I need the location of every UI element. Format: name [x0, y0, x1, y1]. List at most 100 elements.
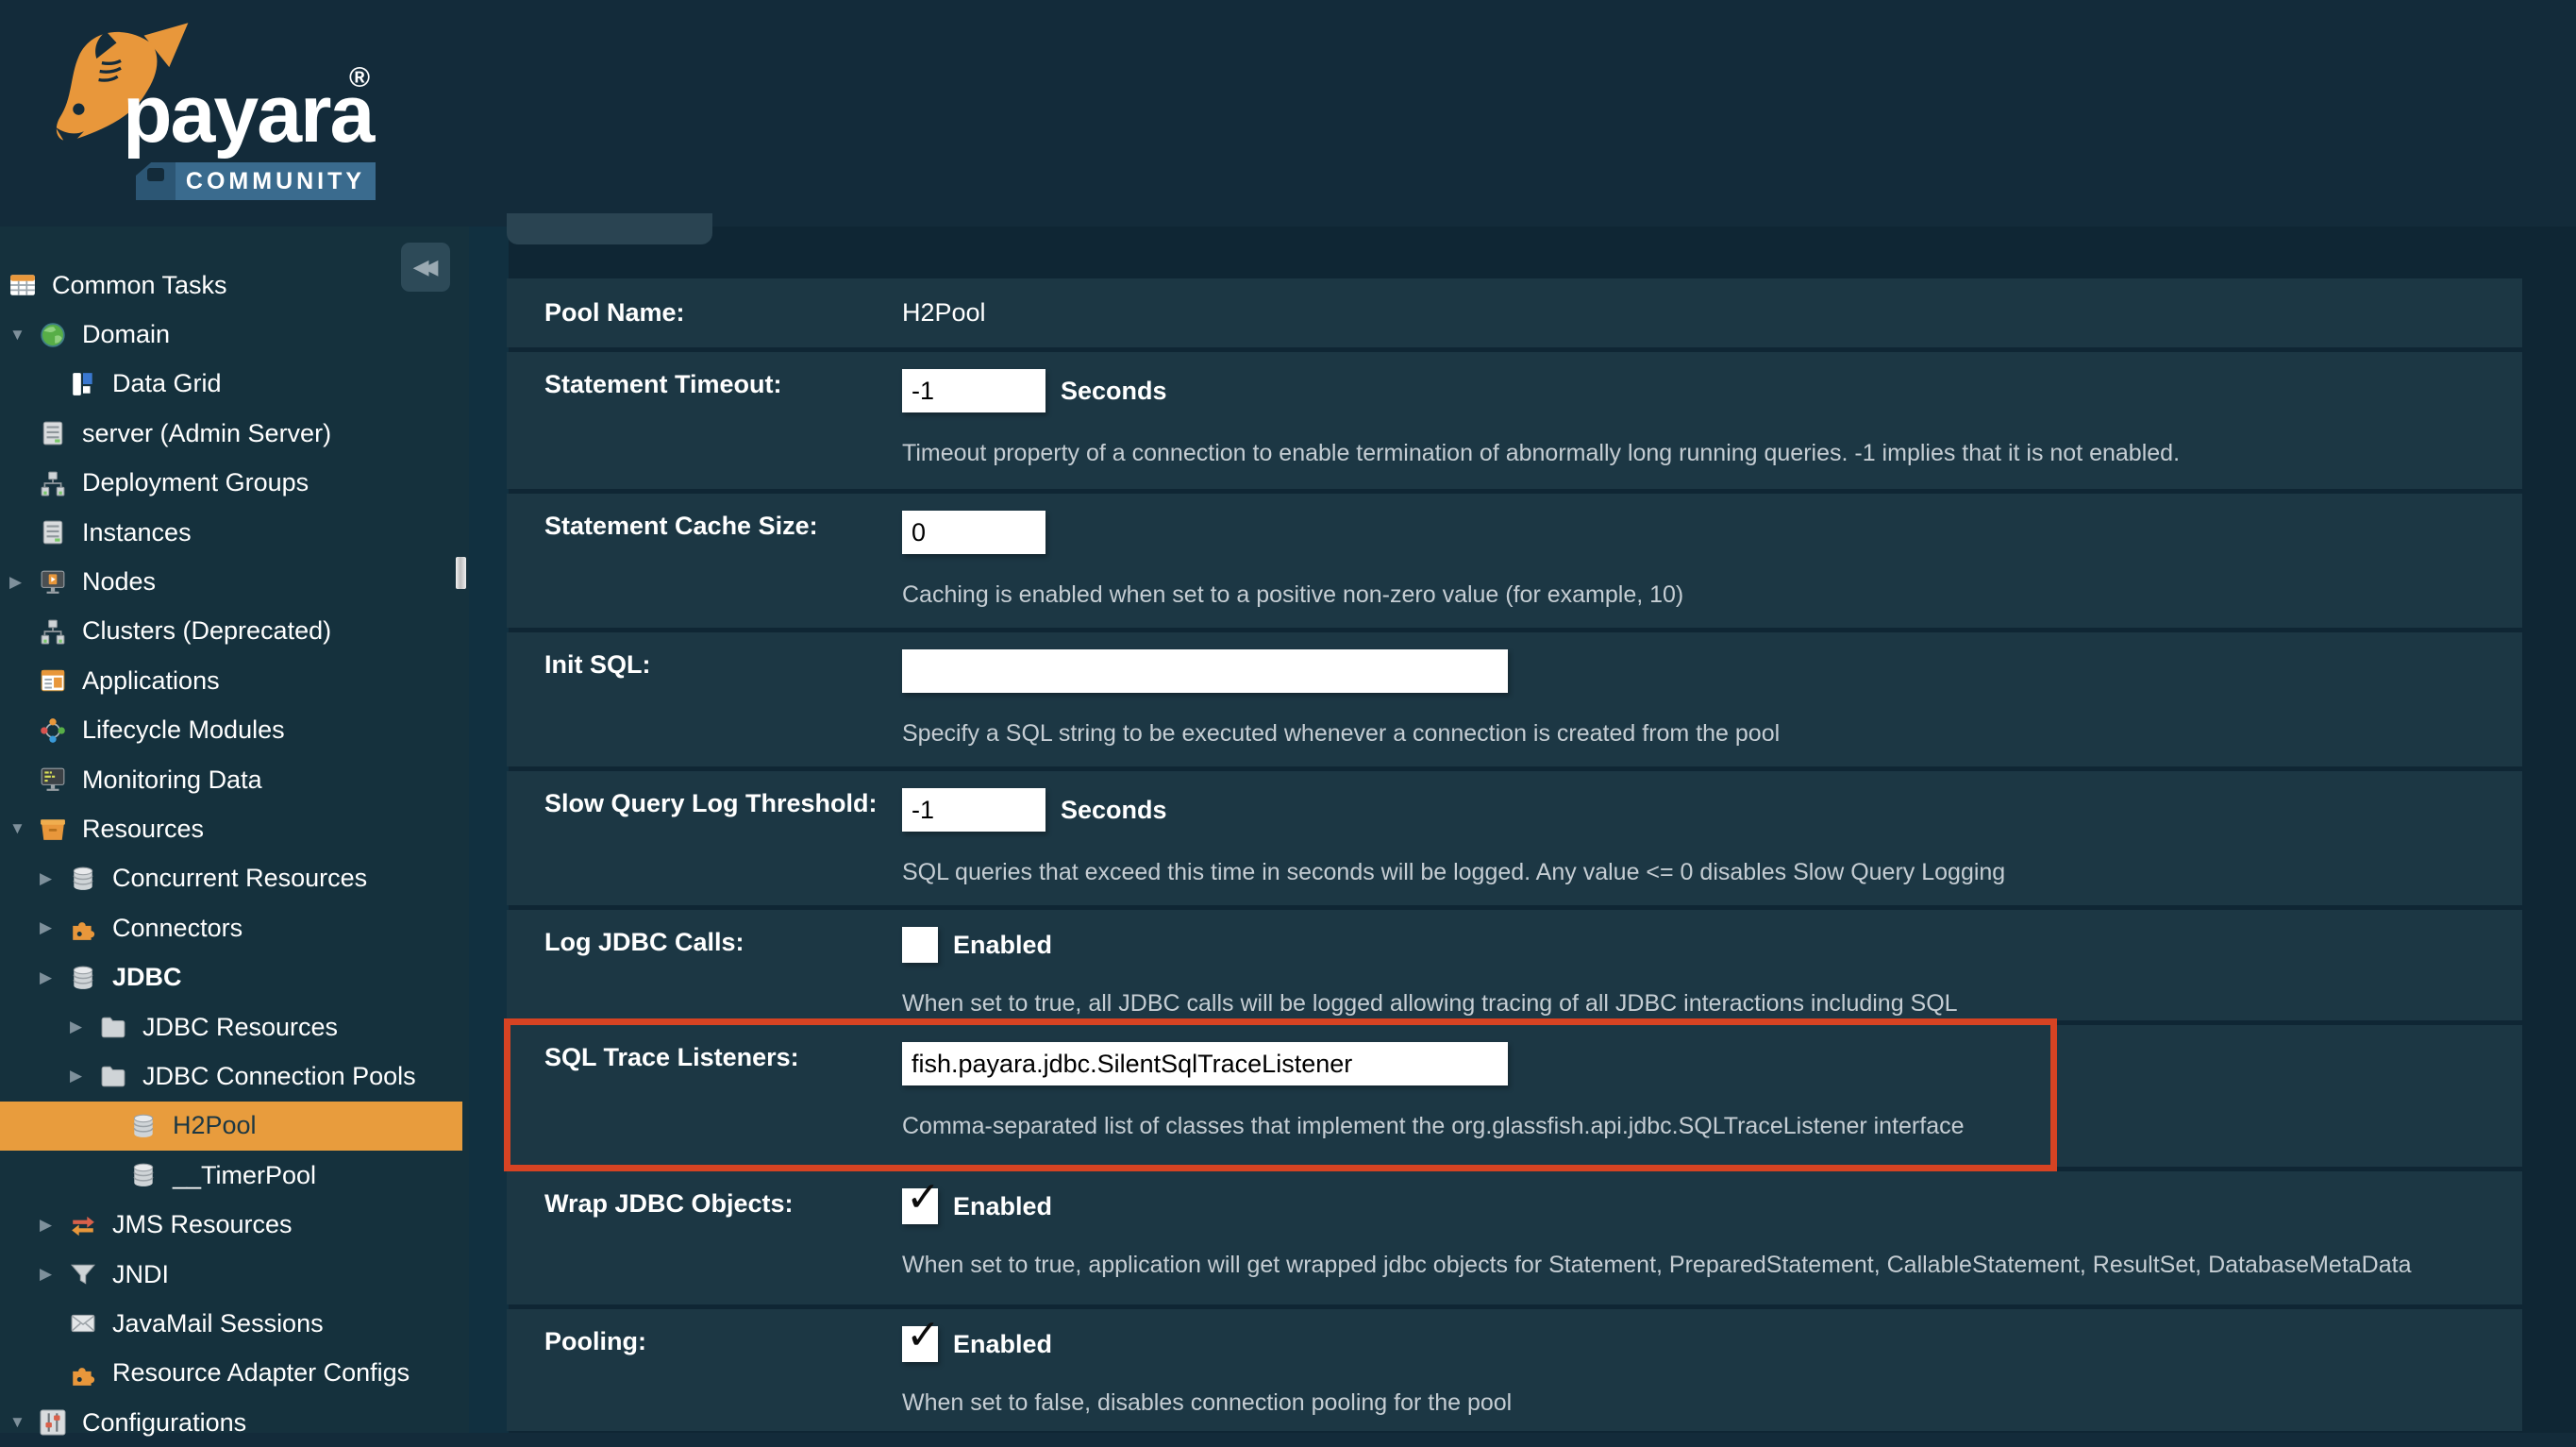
sidebar-item-monitoring-data[interactable]: Monitoring Data	[0, 755, 462, 804]
form-row-statement-cache-size: Statement Cache Size: Caching is enabled …	[507, 494, 2522, 628]
sidebar-item-label: Applications	[82, 665, 220, 695]
folder-icon	[100, 1014, 128, 1040]
sidebar-item-label: Connectors	[112, 913, 243, 942]
sidebar-item-deployment-groups[interactable]: Deployment Groups	[0, 459, 462, 508]
sidebar-item-jdbc[interactable]: ▶ JDBC	[0, 952, 462, 1001]
sidebar-item-data-grid[interactable]: Data Grid	[0, 360, 462, 409]
sidebar-item-javamail-sessions[interactable]: JavaMail Sessions	[0, 1299, 462, 1348]
navigation-sidebar: ◀◀ Common Tasks ▼ Domain Data Grid server (A…	[0, 227, 469, 1437]
sidebar-item-label: Nodes	[82, 567, 157, 597]
sidebar-item-label: Monitoring Data	[82, 765, 262, 794]
puzzle-icon	[70, 915, 98, 941]
field-label: Pooling:	[544, 1327, 646, 1355]
mail-icon	[70, 1310, 98, 1337]
pool-advanced-form: Pool Name: H2Pool Statement Timeout: Second…	[507, 278, 2522, 1431]
globe-icon	[40, 322, 68, 348]
sidebar-item-label: JNDI	[112, 1259, 169, 1288]
field-label: Pool Name:	[544, 298, 685, 328]
slow-query-log-threshold-input[interactable]	[902, 788, 1045, 832]
init-sql-input[interactable]	[902, 649, 1508, 693]
sidebar-item-nodes[interactable]: ▶ Nodes	[0, 557, 462, 606]
sidebar-item-clusters-deprecated[interactable]: Clusters (Deprecated)	[0, 607, 462, 656]
field-suffix-label: Seconds	[1061, 795, 1167, 824]
field-label: Log JDBC Calls:	[544, 928, 744, 956]
sidebar-item-label: Instances	[82, 517, 192, 547]
field-help-text: SQL queries that exceed this time in sec…	[902, 859, 2006, 885]
monitor-icon	[40, 569, 68, 596]
sidebar-item-label: __TimerPool	[173, 1160, 317, 1189]
field-suffix-label: Seconds	[1061, 376, 1167, 405]
field-help-text: When set to false, disables connection p…	[902, 1389, 1513, 1416]
sidebar-item-resource-adapter-configs[interactable]: Resource Adapter Configs	[0, 1349, 462, 1398]
database-icon	[130, 1113, 159, 1139]
chevron-down-expander-icon[interactable]: ▼	[9, 326, 40, 345]
chevron-down-expander-icon[interactable]: ▼	[9, 1413, 40, 1432]
sidebar-item-label: JavaMail Sessions	[112, 1308, 324, 1338]
chevron-right-expander-icon[interactable]: ▶	[40, 968, 70, 987]
sidebar-item-instances[interactable]: Instances	[0, 508, 462, 557]
form-row-slow-query-log-threshold: Slow Query Log Threshold: Seconds SQL quer…	[507, 771, 2522, 905]
pooling-checkbox[interactable]: ✓	[902, 1315, 941, 1362]
tasks-icon	[9, 272, 38, 298]
payara-logo: payara ® COMMUNITY	[45, 13, 442, 211]
sidebar-item-label: Common Tasks	[52, 270, 227, 299]
lifecycle-icon	[40, 717, 68, 744]
puzzle-icon	[70, 1360, 98, 1387]
sidebar-item-h2pool[interactable]: H2Pool	[0, 1101, 462, 1152]
sidebar-item-jdbc-connection-pools[interactable]: ▶ JDBC Connection Pools	[0, 1052, 462, 1101]
sidebar-item-label: JDBC	[112, 963, 182, 992]
sliders-icon	[40, 1409, 68, 1436]
network-icon	[40, 470, 68, 496]
field-help-text: When set to true, all JDBC calls will be…	[902, 990, 1958, 1017]
sidebar-item-applications[interactable]: Applications	[0, 656, 462, 705]
sql-trace-listeners-input[interactable]	[902, 1042, 1508, 1085]
tab-fragment[interactable]	[507, 213, 712, 244]
sidebar-item-timerpool[interactable]: __TimerPool	[0, 1151, 462, 1200]
sidebar-item-resources[interactable]: ▼ Resources	[0, 804, 462, 853]
database-icon	[70, 866, 98, 892]
sidebar-item-domain[interactable]: ▼ Domain	[0, 310, 462, 359]
sidebar-item-label: Deployment Groups	[82, 468, 309, 497]
chevron-right-expander-icon[interactable]: ▶	[70, 1018, 100, 1036]
sidebar-item-label: Configurations	[82, 1407, 247, 1437]
chevron-down-expander-icon[interactable]: ▼	[9, 819, 40, 838]
chevron-right-expander-icon[interactable]: ▶	[9, 573, 40, 592]
sidebar-item-server-admin-server[interactable]: server (Admin Server)	[0, 409, 462, 458]
sidebar-item-label: JDBC Resources	[142, 1012, 339, 1041]
sidebar-item-jdbc-resources[interactable]: ▶ JDBC Resources	[0, 1002, 462, 1052]
chevron-right-expander-icon[interactable]: ▶	[40, 1216, 70, 1235]
chevron-right-expander-icon[interactable]: ▶	[70, 1067, 100, 1085]
chevron-right-expander-icon[interactable]: ▶	[40, 918, 70, 937]
sidebar-item-common-tasks[interactable]: Common Tasks	[0, 261, 462, 310]
sidebar-item-label: Concurrent Resources	[112, 864, 368, 893]
sidebar-item-jndi[interactable]: ▶ JNDI	[0, 1250, 462, 1299]
sidebar-scrollbar-thumb[interactable]	[456, 557, 466, 589]
sidebar-item-label: Data Grid	[112, 369, 222, 398]
field-label: Statement Timeout:	[544, 370, 782, 398]
chevron-right-expander-icon[interactable]: ▶	[40, 869, 70, 888]
field-help-text: Comma-separated list of classes that imp…	[902, 1113, 1965, 1139]
field-label: Init SQL:	[544, 650, 651, 679]
form-row-sql-trace-listeners: SQL Trace Listeners: Comma-separated list…	[507, 1025, 2522, 1167]
sidebar-item-concurrent-resources[interactable]: ▶ Concurrent Resources	[0, 854, 462, 903]
sidebar-item-label: Resources	[82, 814, 205, 843]
statement-timeout-input[interactable]	[902, 369, 1045, 412]
sidebar-item-label: JMS Resources	[112, 1210, 293, 1239]
sidebar-item-label: Lifecycle Modules	[82, 715, 285, 745]
sidebar-item-jms-resources[interactable]: ▶ JMS Resources	[0, 1200, 462, 1249]
field-help-text: Caching is enabled when set to a positiv…	[902, 581, 1684, 608]
chevron-right-expander-icon[interactable]: ▶	[40, 1265, 70, 1284]
sidebar-item-lifecycle-modules[interactable]: Lifecycle Modules	[0, 706, 462, 755]
database-icon	[70, 965, 98, 991]
statement-cache-size-input[interactable]	[902, 511, 1045, 554]
sidebar-item-configurations[interactable]: ▼ Configurations	[0, 1398, 462, 1447]
server-icon	[40, 519, 68, 546]
funnel-icon	[70, 1261, 98, 1287]
sidebar-item-connectors[interactable]: ▶ Connectors	[0, 903, 462, 952]
sidebar-item-label: Resource Adapter Configs	[112, 1358, 410, 1388]
pool-name-value: H2Pool	[902, 298, 986, 327]
wrap-jdbc-objects-checkbox[interactable]: ✓	[902, 1177, 941, 1224]
payara-wordmark: payara	[123, 69, 375, 160]
window-icon	[40, 667, 68, 694]
log-jdbc-calls-checkbox[interactable]	[902, 927, 938, 963]
